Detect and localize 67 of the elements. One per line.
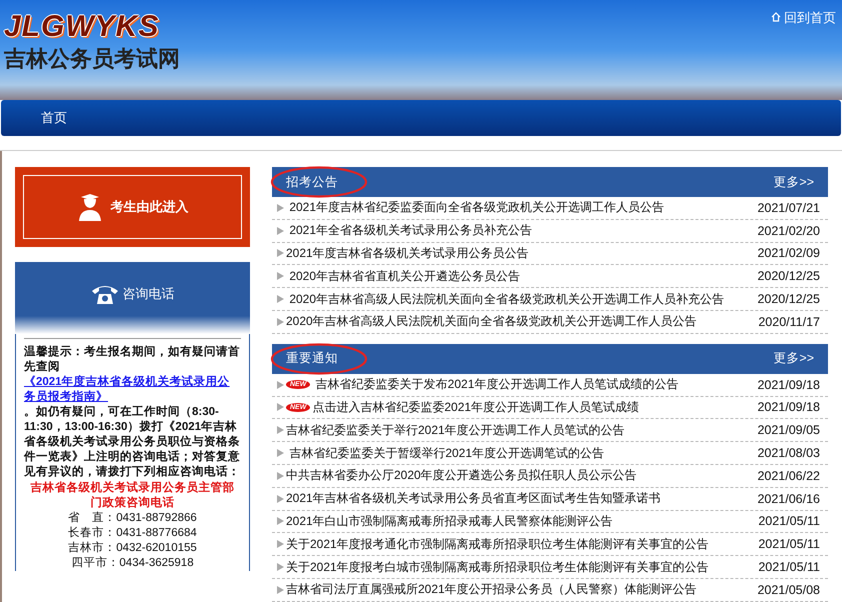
triangle-bullet-icon (277, 226, 284, 235)
section-title: 重要通知 (286, 350, 338, 368)
article-date: 2021/05/08 (757, 582, 820, 597)
article-link[interactable]: 点击进入吉林省纪委监委2021年度公开选调工作人员笔试成绩 (312, 398, 756, 416)
article-date: 2020/12/25 (757, 292, 820, 306)
triangle-bullet-icon (277, 380, 284, 389)
article-date: 2021/09/18 (757, 378, 820, 392)
phone-line: 四平市：0434-3625918 (70, 556, 195, 571)
article-date: 2020/11/17 (758, 314, 820, 329)
article-date: 2021/05/11 (758, 514, 820, 528)
student-entry-button[interactable]: 考生由此进入 (23, 175, 242, 239)
article-date: 2021/02/09 (757, 246, 820, 260)
more-link[interactable]: 更多>> (773, 350, 814, 368)
triangle-bullet-icon (277, 517, 284, 526)
graduate-icon (76, 193, 102, 221)
article-date: 2021/02/20 (757, 224, 820, 238)
site-name: 吉林公务员考试网 (4, 45, 180, 73)
article-date: 2021/09/05 (757, 423, 820, 438)
triangle-bullet-icon (277, 403, 284, 412)
notice-text: 温馨提示：考生报名期间，如有疑问请首先查阅 《2021年度吉林省各级机关考试录用公务员报考指南》 。如仍有疑问，可在工作时间（8:30-11:30，13:00-16:30）拨打《2021年吉林省各级机关考试录用公务员职位与资格条件一览表》上注明的咨询电话；对答复意见有异议的，请拨打下列相应咨询电话： (24, 345, 241, 480)
article-date: 2021/05/11 (758, 537, 820, 552)
triangle-bullet-icon (277, 249, 284, 258)
article-date: 2020/12/25 (757, 269, 820, 284)
article-date: 2021/05/11 (758, 560, 820, 574)
triangle-bullet-icon (277, 426, 284, 434)
triangle-bullet-icon (277, 272, 284, 280)
triangle-bullet-icon (277, 295, 284, 304)
article-link[interactable]: 吉林省纪委监委关于暂缓举行2021年度公开选调笔试的公告 (286, 444, 756, 462)
home-link[interactable]: 回到首页 (771, 0, 842, 25)
phone-line: 长春市：0431-88776684 (67, 526, 198, 541)
nav-link[interactable]: 首页 (39, 105, 69, 131)
section-title: 招考公告 (286, 174, 338, 190)
article-link[interactable]: 关于2021年度报考白城市强制隔离戒毒所招录职位考生体能测评有关事宜的公告 (286, 558, 756, 576)
guide-link[interactable]: 《2021年度吉林省各级机关考试录用公务员报考指南》 (24, 375, 241, 405)
article-link[interactable]: 吉林省司法厅直属强戒所2021年度公开招录公务员（人民警察）体能测评公告 (286, 581, 756, 598)
triangle-bullet-icon (277, 540, 284, 548)
article-link[interactable]: 吉林省纪委监委关于发布2021年度公开选调工作人员笔试成绩的公告 (312, 376, 756, 394)
triangle-bullet-icon (277, 204, 284, 212)
phone-line: 吉林市：0432-62010155 (67, 541, 198, 556)
article-link[interactable]: 中共吉林省委办公厅2020年度公开遴选公务员拟任职人员公示公告 (286, 467, 756, 484)
phone-heading: 吉林省各级机关考试录用公务员主管部门政策咨询电话 (30, 481, 236, 511)
triangle-bullet-icon (277, 563, 284, 572)
triangle-bullet-icon (277, 586, 284, 594)
article-link[interactable]: 2021年白山市强制隔离戒毒所招录戒毒人民警察体能测评公告 (286, 512, 756, 530)
triangle-bullet-icon (277, 472, 284, 480)
article-link[interactable]: 2021年全省各级机关考试录用公务员补充公告 (286, 222, 756, 240)
article-link[interactable]: 2020年吉林省高级人民法院机关面向全省各级党政机关公开选调工作人员公告 (286, 313, 756, 330)
triangle-bullet-icon (277, 494, 284, 503)
house-icon (771, 12, 781, 22)
article-date: 2021/07/21 (757, 200, 820, 215)
article-date: 2021/09/18 (757, 400, 820, 414)
article-link[interactable]: 2021年度吉林省纪委监委面向全省各级党政机关公开选调工作人员公告 (286, 199, 756, 216)
triangle-bullet-icon (277, 318, 284, 326)
article-link[interactable]: 关于2021年度报考通化市强制隔离戒毒所招录职位考生体能测评有关事宜的公告 (286, 536, 756, 553)
article-date: 2021/06/22 (757, 468, 820, 483)
consult-title: 咨询电话 (122, 285, 174, 303)
article-link[interactable]: 吉林省纪委监委关于举行2021年度公开选调工作人员笔试的公告 (286, 422, 756, 439)
article-link[interactable]: 2021年度吉林省各级机关考试录用公务员公告 (286, 244, 756, 262)
telephone-icon (90, 283, 118, 305)
triangle-bullet-icon (277, 449, 284, 458)
more-link[interactable]: 更多>> (773, 174, 814, 190)
article-link[interactable]: 2021年吉林省各级机关考试录用公务员省直考区面试考生告知暨承诺书 (286, 490, 756, 508)
article-link[interactable]: 2020年吉林省省直机关公开遴选公务员公告 (286, 268, 756, 285)
article-date: 2021/08/03 (757, 446, 820, 460)
article-date: 2021/06/16 (757, 492, 820, 506)
phone-line: 省 直：0431-88792866 (67, 511, 198, 526)
article-link[interactable]: 2020年吉林省高级人民法院机关面向全省各级党政机关公开选调工作人员补充公告 (286, 290, 756, 308)
